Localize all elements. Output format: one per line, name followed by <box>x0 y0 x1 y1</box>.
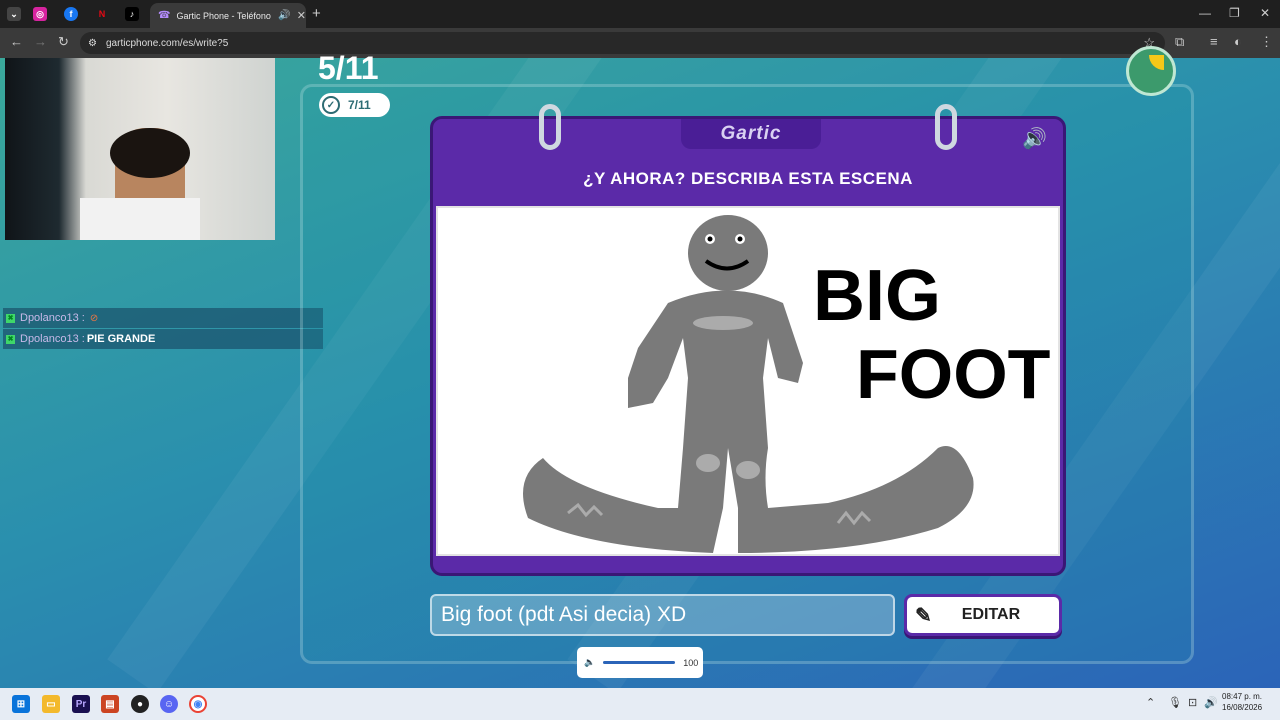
edit-button[interactable]: ✎ EDITAR <box>904 594 1062 636</box>
address-bar: ← → ↻ ⚙ garticphone.com/es/write?5 ☆ ⧉ ≡… <box>0 28 1280 58</box>
windows-taskbar: ⊞ ▭ Pr ▤ ● ☺ ◉ ⌃ 🎙 ⊡ 🔊 08:47 p. m. 16/08… <box>0 688 1280 720</box>
volume-control: 🔈 100 <box>577 647 703 678</box>
drawing-text-big: BIG <box>813 256 941 336</box>
answer-text: Big foot (pdt Asi decia) XD <box>441 603 687 626</box>
url-text: garticphone.com/es/write?5 <box>106 37 229 49</box>
start-icon[interactable]: ⊞ <box>12 695 30 713</box>
back-icon[interactable]: ← <box>10 34 23 49</box>
audio-playing-icon[interactable]: 🔊 <box>278 10 290 21</box>
check-icon: ✓ <box>322 96 340 114</box>
app-icon[interactable]: ▤ <box>101 695 119 713</box>
reload-icon[interactable]: ↻ <box>58 34 69 50</box>
drawing-text-foot: FOOT <box>856 335 1050 413</box>
clock[interactable]: 08:47 p. m. 16/08/2026 <box>1222 691 1262 713</box>
bigfoot-drawing: BIG FOOT <box>523 215 1050 553</box>
round-counter: 5/11 <box>318 50 379 86</box>
tiktok-tab-icon[interactable]: ♪ <box>125 7 139 21</box>
site-info-icon[interactable]: ⚙ <box>88 38 97 49</box>
active-tab[interactable]: ☎ Gartic Phone - Teléfono De... 🔊 ✕ <box>150 3 306 28</box>
close-tab-icon[interactable]: ✕ <box>297 9 306 22</box>
clock-date: 16/08/2026 <box>1222 703 1263 712</box>
minimize-icon[interactable]: — <box>1199 6 1211 20</box>
chat-message: ✖ Dpolanco13 : ⊘ <box>3 308 323 328</box>
instagram-tab-icon[interactable]: ◎ <box>33 7 47 21</box>
volume-slider[interactable] <box>603 661 676 664</box>
clock-time: 08:47 p. m. <box>1222 692 1263 701</box>
new-tab-icon[interactable]: + <box>312 5 321 22</box>
webcam-overlay <box>5 58 275 240</box>
chat-check-icon: ✖ <box>6 313 15 323</box>
profile-icon[interactable]: ◐ <box>1234 34 1242 49</box>
media-controls-icon[interactable]: ≡ <box>1210 34 1218 49</box>
obs-icon[interactable]: ● <box>131 695 149 713</box>
netflix-tab-icon[interactable]: N <box>95 7 109 21</box>
extensions-icon[interactable]: ⧉ <box>1175 34 1184 50</box>
drawing-canvas: BIG FOOT <box>436 206 1060 556</box>
streamer-shirt <box>80 198 200 240</box>
completed-count: 7/11 <box>348 98 371 112</box>
chat-check-icon: ✖ <box>6 334 15 344</box>
prompt-title: ¿Y AHORA? DESCRIBA ESTA ESCENA <box>583 169 913 188</box>
forward-icon[interactable]: → <box>34 34 47 49</box>
chat-user: Dpolanco13 : <box>20 333 85 345</box>
speaker-icon[interactable]: 🔊 <box>1204 696 1218 709</box>
streamer-hair <box>110 128 190 178</box>
gartic-logo: Gartic <box>681 119 821 149</box>
menu-icon[interactable]: ⋮ <box>1260 34 1273 50</box>
active-tab-title: Gartic Phone - Teléfono De... <box>176 10 272 21</box>
pencil-icon: ✎ <box>915 604 932 627</box>
network-icon[interactable]: ⊡ <box>1188 696 1197 709</box>
close-window-icon[interactable]: ✕ <box>1260 6 1270 20</box>
gartic-favicon-icon: ☎ <box>158 10 171 21</box>
premiere-icon[interactable]: Pr <box>72 695 90 713</box>
microphone-icon[interactable]: 🎙 <box>1168 696 1182 709</box>
completed-badge: ✓ 7/11 <box>319 93 390 117</box>
chrome-icon[interactable]: ◉ <box>189 695 207 713</box>
browser-tab-bar: ⌄ ◎ f N ♪ ☎ Gartic Phone - Teléfono De..… <box>0 0 1280 28</box>
no-entry-emoji-icon: ⊘ <box>89 312 99 324</box>
restore-icon[interactable]: ❐ <box>1229 6 1240 20</box>
file-explorer-icon[interactable]: ▭ <box>42 695 60 713</box>
edit-button-label: EDITAR <box>961 606 1021 623</box>
drawing-book: Gartic 🔊 ¿Y AHORA? DESCRIBA ESTA ESCENA … <box>430 104 1066 576</box>
chat-text: PIE GRANDE <box>86 333 156 345</box>
chat-message: ✖ Dpolanco13 : PIE GRANDE <box>3 329 323 349</box>
url-field[interactable]: ⚙ garticphone.com/es/write?5 ☆ <box>80 32 1165 54</box>
round-timer <box>1126 46 1176 96</box>
timer-progress <box>1149 55 1164 70</box>
volume-icon: 🔈 <box>584 657 596 667</box>
facebook-tab-icon[interactable]: f <box>64 7 78 21</box>
binder-ring <box>539 104 561 150</box>
discord-icon[interactable]: ☺ <box>160 695 178 713</box>
chat-user: Dpolanco13 : <box>20 312 85 324</box>
show-hidden-icons-icon[interactable]: ⌃ <box>1146 696 1155 709</box>
sound-icon[interactable]: 🔊 <box>1022 126 1047 151</box>
binder-ring <box>935 104 957 150</box>
volume-value: 100 <box>683 657 699 668</box>
tab-list-icon[interactable]: ⌄ <box>7 7 21 21</box>
answer-input[interactable]: Big foot (pdt Asi decia) XD <box>430 594 895 636</box>
